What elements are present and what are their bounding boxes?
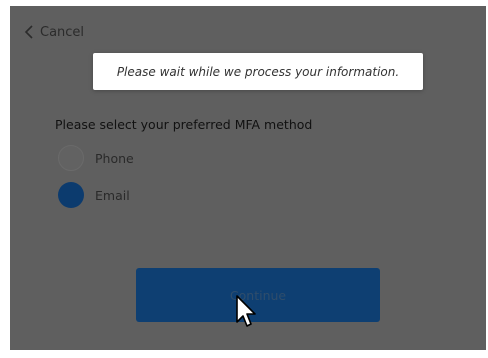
radio-label-email: Email	[95, 187, 130, 203]
radio-unchecked[interactable]	[58, 145, 84, 171]
mfa-method-heading: Please select your preferred MFA method	[55, 117, 313, 132]
toast-message: Please wait while we process your inform…	[116, 64, 400, 79]
cancel-link[interactable]: Cancel	[24, 20, 84, 44]
chevron-left-icon	[24, 25, 34, 39]
continue-label: Continue	[229, 287, 287, 303]
screen: Cancel Please wait while we process your…	[0, 0, 488, 358]
mfa-option-phone[interactable]: Phone	[58, 145, 134, 171]
mfa-option-email[interactable]: Email	[58, 182, 130, 208]
radio-checked[interactable]	[58, 182, 84, 208]
continue-button[interactable]: Continue	[136, 268, 380, 322]
radio-label-phone: Phone	[95, 150, 134, 166]
processing-toast: Please wait while we process your inform…	[93, 53, 423, 90]
cancel-label: Cancel	[40, 24, 85, 40]
